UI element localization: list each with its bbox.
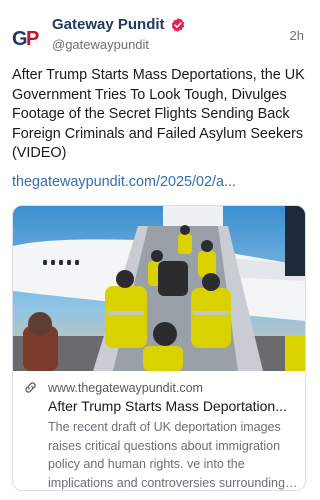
link-preview-card[interactable]: www.thegatewaypundit.com After Trump Sta… (12, 205, 306, 491)
link-icon (25, 382, 36, 393)
card-domain: www.thegatewaypundit.com (48, 380, 203, 395)
post-header: G P Gateway Pundit @gatewaypundit 2h (12, 14, 306, 58)
post-link[interactable]: thegatewaypundit.com/2025/02/a... (12, 174, 308, 190)
card-title[interactable]: After Trump Starts Mass Deportation... (48, 398, 296, 414)
svg-text:G: G (12, 28, 27, 50)
post: G P Gateway Pundit @gatewaypundit 2h Aft… (0, 0, 318, 500)
post-timestamp[interactable]: 2h (290, 28, 304, 43)
author-display-name[interactable]: Gateway Pundit (52, 16, 165, 33)
avatar[interactable]: G P (12, 22, 44, 54)
post-body-text: After Trump Starts Mass Deportations, th… (12, 67, 305, 161)
card-domain-row: www.thegatewaypundit.com (23, 380, 203, 395)
card-image (13, 206, 305, 371)
verified-badge-icon (171, 17, 184, 32)
author-handle[interactable]: @gatewaypundit (52, 37, 149, 52)
card-description: The recent draft of UK deportation image… (48, 420, 285, 490)
gp-logo: G P (12, 28, 39, 50)
author-name-row: Gateway Pundit (52, 16, 186, 33)
card-body: www.thegatewaypundit.com After Trump Sta… (13, 372, 305, 490)
svg-text:P: P (26, 28, 39, 50)
